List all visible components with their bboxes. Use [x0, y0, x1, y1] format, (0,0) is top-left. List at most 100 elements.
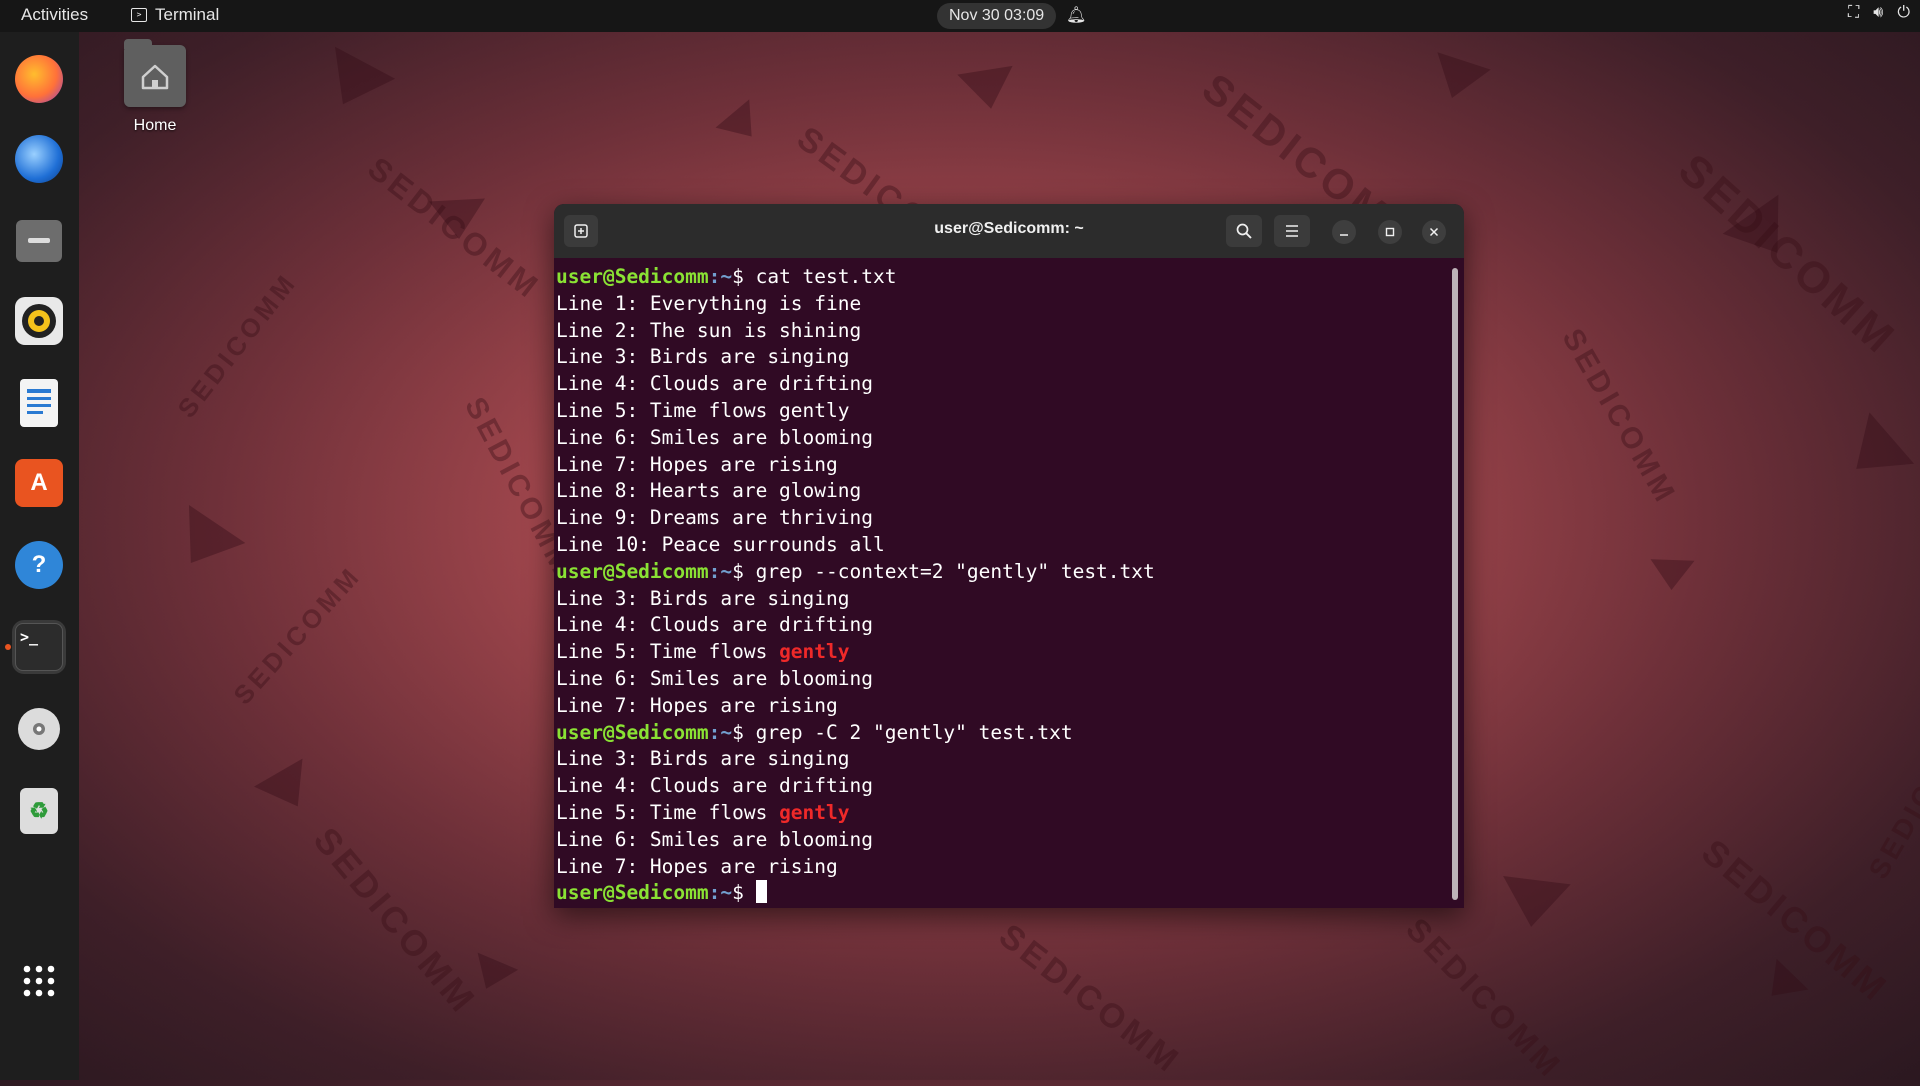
output-text: Line 5: Time flows — [556, 640, 780, 664]
output-line: Line 3: Birds are singing — [556, 344, 1450, 371]
notification-bell-icon[interactable]: 🔔︎ — [1066, 5, 1086, 25]
output-line: Line 4: Clouds are drifting — [556, 371, 1450, 398]
watermark-triangle — [1722, 194, 1806, 273]
watermark-text: SEDICOMM — [227, 560, 367, 711]
prompt-symbol: $ — [732, 720, 756, 744]
output-text: Line 4: Clouds are drifting — [556, 613, 873, 637]
output-text: Line 3: Birds are singing — [556, 345, 850, 369]
watermark-text: SEDICOMM — [1862, 707, 1920, 885]
prompt-user: user@Sedicomm — [556, 720, 709, 744]
output-text: Line 5: Time flows — [556, 800, 780, 824]
watermark-text: SEDICOMM — [1399, 910, 1570, 1086]
watermark-text: SEDICOMM — [1694, 830, 1897, 1011]
watermark-triangle — [312, 46, 396, 121]
output-line: Line 5: Time flows gently — [556, 398, 1450, 425]
watermark-triangle — [465, 952, 519, 998]
hamburger-icon — [1286, 225, 1298, 237]
output-line: Line 1: Everything is fine — [556, 291, 1450, 318]
output-text: Line 6: Smiles are blooming — [556, 425, 873, 449]
dock-rhythmbox-button[interactable] — [12, 294, 66, 348]
output-line: Line 6: Smiles are blooming — [556, 827, 1450, 854]
prompt-path: :~ — [708, 881, 733, 905]
terminal-titlebar[interactable]: user@Sedicomm: ~ — [554, 204, 1464, 258]
dock-writer-button[interactable] — [12, 376, 66, 430]
output-text: Line 3: Birds are singing — [556, 586, 850, 610]
scrollbar[interactable] — [1452, 268, 1458, 900]
dock-terminal-button[interactable]: >_ — [12, 620, 66, 674]
trash-icon: ♻ — [20, 788, 58, 834]
activities-button[interactable]: Activities — [21, 5, 88, 25]
prompt-symbol: $ — [732, 559, 756, 583]
watermark-triangle — [254, 758, 322, 821]
terminal-window[interactable]: user@Sedicomm: ~ user@Sedicomm:~$ cat te… — [554, 204, 1464, 908]
watermark-triangle — [429, 198, 487, 241]
help-icon: ? — [15, 541, 63, 589]
watermark-text: SEDICOMM — [991, 916, 1188, 1082]
terminal-icon: >_ — [15, 623, 63, 671]
terminal-small-icon: > — [131, 8, 147, 22]
output-text: Line 4: Clouds are drifting — [556, 774, 873, 798]
command-line: user@Sedicomm:~$ grep -C 2 "gently" test… — [556, 720, 1450, 747]
output-text: Line 3: Birds are singing — [556, 747, 850, 771]
app-menu[interactable]: > Terminal — [131, 5, 219, 25]
dock-thunderbird-button[interactable] — [12, 132, 66, 186]
clock[interactable]: Nov 30 03:09 — [937, 3, 1057, 29]
prompt-user: user@Sedicomm — [556, 881, 709, 905]
network-icon[interactable]: ⛶ — [1848, 4, 1859, 22]
home-folder-icon — [124, 39, 186, 107]
close-button[interactable] — [1422, 220, 1446, 244]
dock-files-button[interactable] — [12, 214, 66, 268]
system-tray[interactable]: ⛶ 🔊︎ ⏻ — [1848, 4, 1910, 22]
maximize-icon — [1385, 227, 1395, 237]
output-line: Line 7: Hopes are rising — [556, 854, 1450, 881]
desktop-home-icon[interactable]: Home — [118, 39, 192, 135]
output-text: Line 1: Everything is fine — [556, 291, 862, 315]
output-text: Line 4: Clouds are drifting — [556, 372, 873, 396]
output-line: Line 5: Time flows gently — [556, 639, 1450, 666]
prompt-path: :~ — [708, 265, 733, 288]
grep-match-highlight: gently — [779, 800, 850, 824]
terminal-output[interactable]: user@Sedicomm:~$ cat test.txt Line 1: Eve… — [554, 264, 1450, 904]
prompt-user: user@Sedicomm — [556, 265, 709, 288]
power-icon[interactable]: ⏻ — [1897, 4, 1910, 22]
software-icon: A — [15, 459, 63, 507]
watermark-text: SEDICOMM — [361, 149, 548, 307]
dock-software-button[interactable]: A — [12, 456, 66, 510]
dock-help-button[interactable]: ? — [12, 538, 66, 592]
app-grid-icon — [15, 957, 63, 1005]
app-menu-label: Terminal — [155, 5, 220, 24]
watermark-triangle — [1425, 52, 1491, 107]
dock-firefox-button[interactable] — [12, 52, 66, 106]
output-line: Line 10: Peace surrounds all — [556, 532, 1450, 559]
output-line: Line 3: Birds are singing — [556, 746, 1450, 773]
watermark-text: SEDICOMM — [171, 267, 303, 424]
output-text: Line 6: Smiles are blooming — [556, 666, 873, 690]
window-title: user@Sedicomm: ~ — [934, 220, 1084, 237]
volume-icon[interactable]: 🔊︎ — [1873, 4, 1883, 22]
search-button[interactable] — [1226, 215, 1262, 247]
maximize-button[interactable] — [1378, 220, 1402, 244]
dock-disc-button[interactable] — [12, 702, 66, 756]
grep-match-highlight: gently — [779, 640, 850, 664]
prompt-user: user@Sedicomm — [556, 559, 709, 583]
output-text: Line 2: The sun is shining — [556, 318, 862, 342]
command-line: user@Sedicomm:~$ cat test.txt — [556, 264, 1450, 291]
prompt-symbol: $ — [732, 265, 756, 288]
watermark-triangle — [1497, 876, 1571, 931]
dock-app-grid-button[interactable] — [12, 954, 66, 1008]
dock-trash-button[interactable]: ♻ — [12, 784, 66, 838]
hamburger-menu-button[interactable] — [1274, 215, 1310, 247]
prompt-path: :~ — [708, 559, 733, 583]
home-label: Home — [133, 117, 177, 134]
watermark-text: SEDICOMM — [1910, 533, 1920, 750]
command-text: cat test.txt — [755, 265, 897, 288]
close-icon — [1429, 227, 1439, 237]
output-text: Line 10: Peace surrounds all — [556, 532, 885, 556]
watermark-triangle — [957, 65, 1019, 114]
output-text: Line 7: Hopes are rising — [556, 854, 838, 878]
watermark-text: SEDICOMM — [305, 819, 486, 1022]
disc-icon — [15, 705, 63, 753]
output-text: Line 8: Hearts are glowing — [556, 479, 862, 503]
minimize-button[interactable] — [1332, 220, 1356, 244]
output-line: Line 6: Smiles are blooming — [556, 666, 1450, 693]
